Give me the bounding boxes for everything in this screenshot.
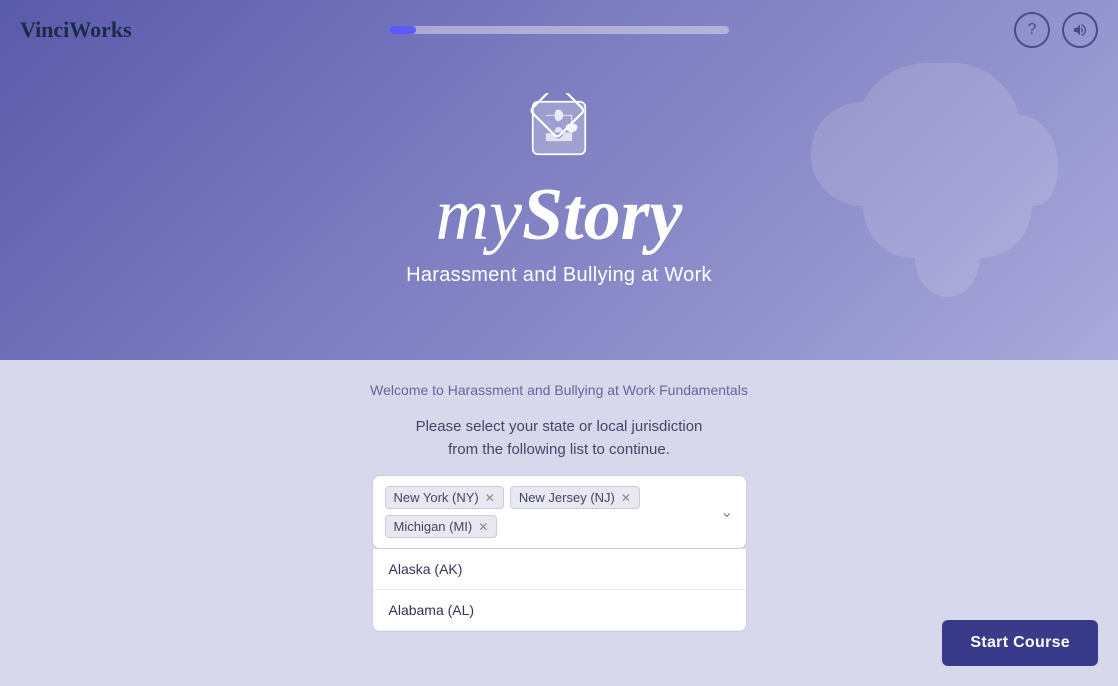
logo: VinciWorks bbox=[20, 17, 132, 43]
tag-nj-label: New Jersey (NJ) bbox=[519, 490, 615, 505]
tag-ny[interactable]: New York (NY) ✕ bbox=[385, 486, 504, 509]
header-icons: ? bbox=[1014, 12, 1098, 48]
jurisdiction-dropdown[interactable]: New York (NY) ✕ New Jersey (NJ) ✕ Michig… bbox=[372, 475, 747, 549]
select-prompt: Please select your state or local jurisd… bbox=[416, 416, 703, 461]
tag-mi-label: Michigan (MI) bbox=[394, 519, 473, 534]
tag-mi[interactable]: Michigan (MI) ✕ bbox=[385, 515, 498, 538]
audio-icon[interactable] bbox=[1062, 12, 1098, 48]
dropdown-arrow-icon: ⌄ bbox=[720, 502, 733, 522]
dropdown-item-ak[interactable]: Alaska (AK) bbox=[373, 549, 746, 590]
progress-bar-container bbox=[389, 26, 729, 34]
tag-nj-remove[interactable]: ✕ bbox=[621, 491, 631, 505]
bg-decoration bbox=[798, 40, 1058, 320]
header: VinciWorks ? bbox=[0, 0, 1118, 60]
puzzle-icon bbox=[524, 93, 594, 163]
tag-ny-label: New York (NY) bbox=[394, 490, 479, 505]
tag-mi-remove[interactable]: ✕ bbox=[478, 520, 488, 534]
welcome-text: Welcome to Harassment and Bullying at Wo… bbox=[370, 382, 748, 398]
start-course-button[interactable]: Start Course bbox=[942, 620, 1098, 666]
hero-subtitle: Harassment and Bullying at Work bbox=[406, 264, 712, 287]
select-prompt-line1: Please select your state or local jurisd… bbox=[416, 416, 703, 439]
hero-title: myStory bbox=[436, 173, 683, 258]
dropdown-item-al-label: Alabama (AL) bbox=[389, 602, 475, 618]
select-prompt-line2: from the following list to continue. bbox=[416, 439, 703, 462]
help-icon[interactable]: ? bbox=[1014, 12, 1050, 48]
tag-ny-remove[interactable]: ✕ bbox=[485, 491, 495, 505]
tag-nj[interactable]: New Jersey (NJ) ✕ bbox=[510, 486, 640, 509]
dropdown-list: Alaska (AK) Alabama (AL) bbox=[372, 549, 747, 632]
dropdown-item-ak-label: Alaska (AK) bbox=[389, 561, 463, 577]
progress-bar-fill bbox=[389, 26, 416, 34]
dropdown-item-al[interactable]: Alabama (AL) bbox=[373, 590, 746, 631]
